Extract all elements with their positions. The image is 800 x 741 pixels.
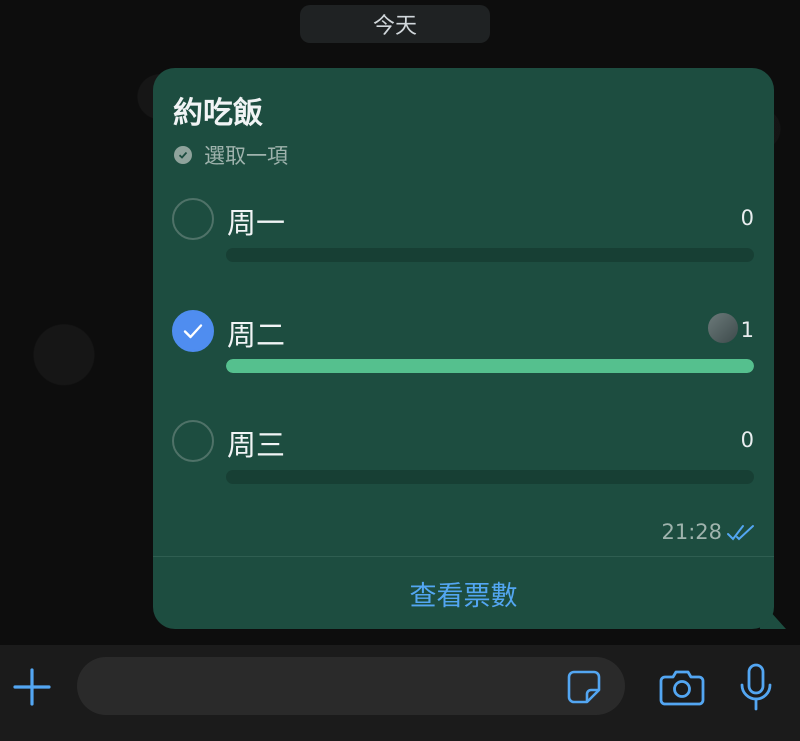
option-label: 周三 [227,428,286,462]
plus-icon[interactable] [12,667,52,707]
poll-message-bubble: 約吃飯 選取一項 周一 0 周二 1 周三 0 21:28 查看票數 [153,68,774,629]
sticker-icon[interactable] [566,669,602,705]
option-radio[interactable] [172,420,214,462]
option-vote-count: 0 [740,206,754,230]
option-progress-track [226,470,754,484]
check-circle-icon [174,146,192,164]
double-check-icon [727,525,754,541]
option-progress-fill [226,359,754,373]
poll-option[interactable]: 周三 0 [153,418,774,518]
option-progress-track [226,359,754,373]
message-input-bar [0,645,800,741]
date-chip-label: 今天 [372,14,417,39]
camera-icon[interactable] [659,667,705,707]
message-input[interactable] [77,657,625,715]
option-radio[interactable] [172,198,214,240]
voter-avatar[interactable] [706,311,740,345]
microphone-icon[interactable] [738,663,774,713]
option-label: 周二 [227,318,286,352]
checkmark-icon [183,324,203,339]
view-votes-button[interactable]: 查看票數 [153,557,774,629]
message-time: 21:28 [661,520,722,544]
poll-hint: 選取一項 [204,144,288,168]
poll-title: 約吃飯 [173,96,263,131]
option-vote-count: 0 [740,428,754,452]
option-progress-track [226,248,754,262]
poll-option[interactable]: 周一 0 [153,196,774,296]
option-radio-checked[interactable] [172,310,214,352]
option-vote-count: 1 [740,318,754,342]
date-chip: 今天 [300,5,490,43]
option-label: 周一 [227,206,286,240]
poll-option[interactable]: 周二 1 [153,308,774,408]
